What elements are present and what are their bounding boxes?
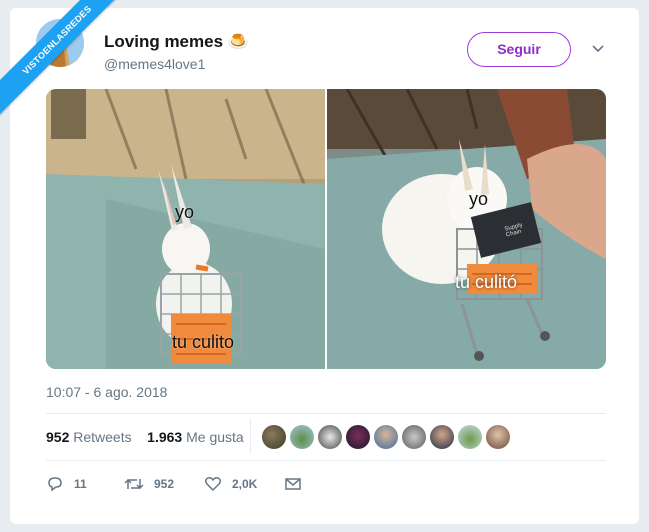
display-name[interactable]: Loving memes 🍮	[104, 32, 249, 52]
caption-top-left: yo	[175, 202, 195, 222]
engagement-stats: 952 Retweets 1.963 Me gusta	[46, 429, 244, 445]
liker-avatar-4[interactable]	[346, 425, 370, 449]
retweet-icon	[124, 478, 144, 490]
pudding-emoji: 🍮	[227, 32, 249, 51]
message-action[interactable]	[284, 476, 312, 492]
reply-action[interactable]: 11	[46, 475, 124, 493]
tweet-actions: 11 952 2,0K	[46, 475, 312, 493]
divider-top	[46, 413, 606, 414]
follow-button[interactable]: Seguir	[467, 32, 571, 67]
liker-avatar-3[interactable]	[318, 425, 342, 449]
meme-panel-right[interactable]: yo tu culitó Supply Chain	[327, 89, 606, 369]
envelope-icon	[285, 478, 301, 490]
tweet-media[interactable]: yo tu culito yo tu culitó Supply Chain	[46, 89, 606, 369]
retweet-action[interactable]: 952	[124, 475, 204, 493]
liker-avatar-7[interactable]	[430, 425, 454, 449]
tweet-timestamp[interactable]: 10:07 - 6 ago. 2018	[46, 384, 167, 400]
meme-panel-left[interactable]: yo tu culito	[46, 89, 325, 369]
retweets-stat[interactable]: 952 Retweets	[46, 429, 132, 445]
reply-icon	[48, 477, 62, 492]
caption-top-right: yo	[469, 189, 489, 209]
bunny-photo-left	[46, 89, 325, 369]
bunny-photo-right	[327, 89, 606, 369]
user-handle[interactable]: @memes4love1	[104, 56, 205, 72]
liker-avatar-1[interactable]	[262, 425, 286, 449]
liker-avatar-9[interactable]	[486, 425, 510, 449]
liker-avatar-5[interactable]	[374, 425, 398, 449]
divider-bottom	[46, 460, 606, 461]
stats-separator	[250, 418, 251, 454]
caption-bottom-left: tu culito	[172, 332, 235, 352]
heart-icon	[204, 477, 222, 492]
liker-avatar-6[interactable]	[402, 425, 426, 449]
likes-stat[interactable]: 1.963 Me gusta	[147, 429, 244, 445]
liker-avatar-2[interactable]	[290, 425, 314, 449]
like-action[interactable]: 2,0K	[204, 475, 284, 493]
chevron-down-icon[interactable]	[590, 40, 606, 56]
caption-bottom-right: tu culitó	[455, 272, 518, 292]
likers-avatars	[262, 425, 510, 449]
liker-avatar-8[interactable]	[458, 425, 482, 449]
